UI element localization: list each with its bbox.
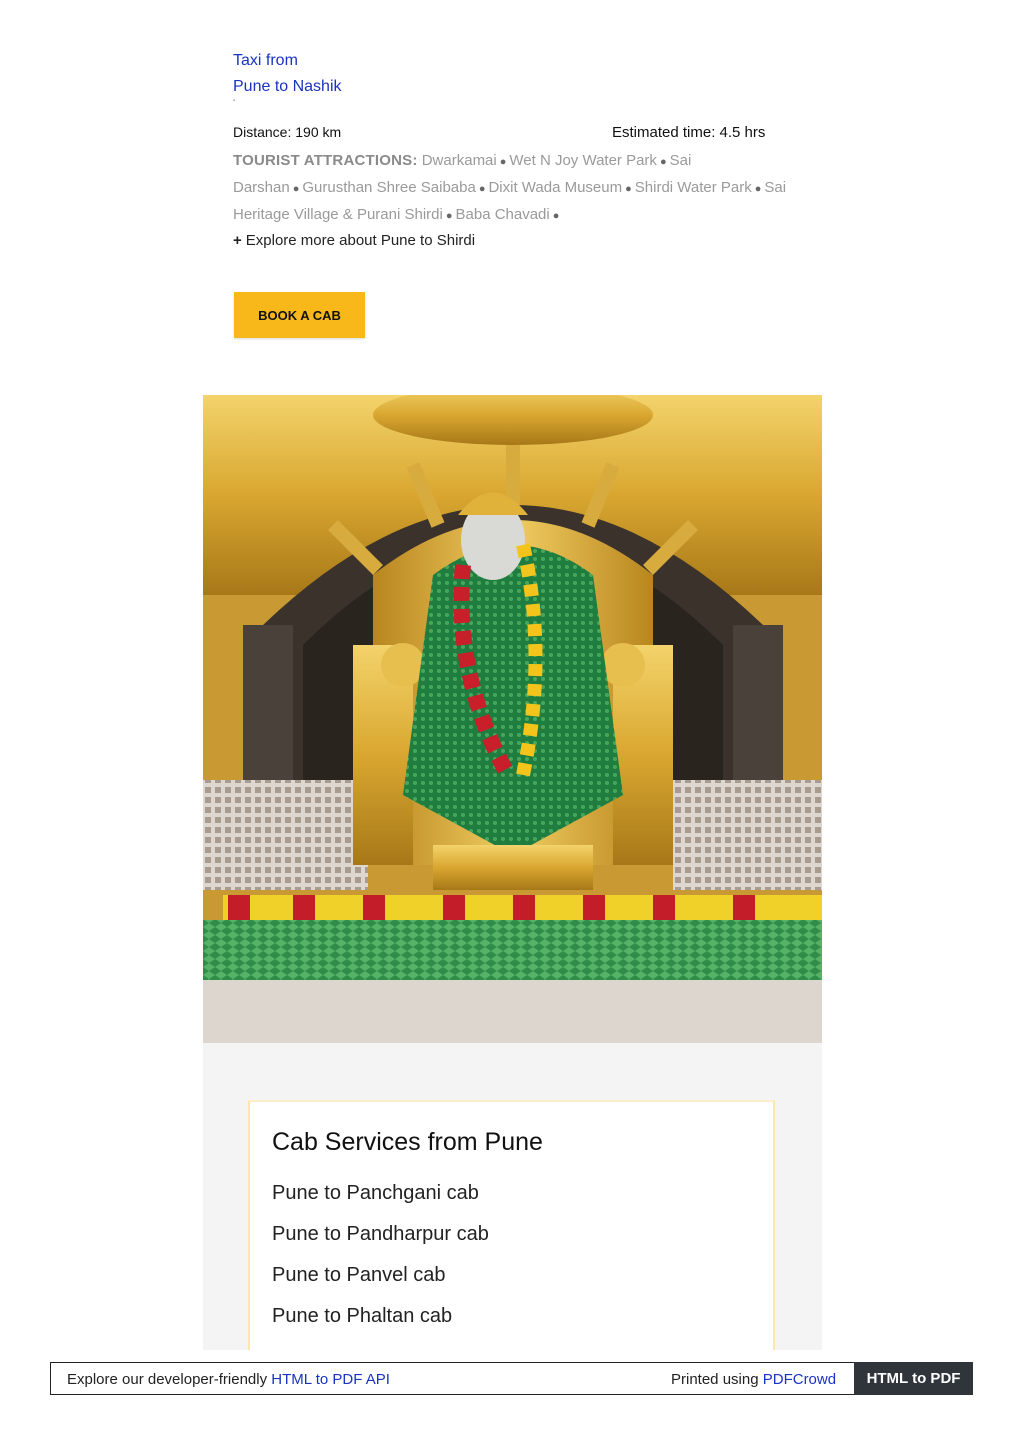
plus-icon: + — [233, 232, 242, 249]
attraction-item: Wet N Joy Water Park — [509, 152, 657, 169]
estimated-time-text: Estimated time: 4.5 hrs — [612, 124, 766, 141]
taxi-from-link[interactable]: Taxi from — [233, 52, 298, 70]
pune-to-panchgani-link[interactable]: Pune to Panchgani cab — [272, 1182, 479, 1205]
explore-more-label: Explore more about Pune to Shirdi — [245, 232, 476, 249]
book-a-cab-button[interactable]: BOOK A CAB — [234, 292, 365, 338]
attraction-item: Dixit Wada Museum — [488, 179, 623, 196]
attraction-item: Shirdi Water Park — [634, 179, 752, 196]
attractions-label: TOURIST ATTRACTIONS: — [233, 152, 418, 169]
pune-to-panvel-link[interactable]: Pune to Panvel cab — [272, 1264, 445, 1287]
tourist-attractions: TOURIST ATTRACTIONS: Dwarkamai ● Wet N Joy… — [233, 148, 793, 229]
footer-left-text: Explore our developer-friendly — [67, 1371, 268, 1388]
bullet-icon: ● — [659, 156, 667, 168]
bullet-icon: ● — [499, 156, 507, 168]
tiny-mark: ▪ — [233, 98, 236, 104]
pdfcrowd-footer: Explore our developer-friendly HTML to P… — [50, 1362, 973, 1395]
html-to-pdf-api-link[interactable]: HTML to PDF API — [271, 1371, 390, 1388]
cab-services-title: Cab Services from Pune — [272, 1128, 543, 1156]
bullet-icon: ● — [478, 183, 486, 195]
shrine-photo — [203, 395, 822, 1043]
pune-to-nashik-link[interactable]: Pune to Nashik — [233, 78, 342, 96]
distance-text: Distance: 190 km — [233, 124, 342, 140]
footer-right-text: Printed using — [671, 1371, 759, 1388]
pune-to-phaltan-link[interactable]: Pune to Phaltan cab — [272, 1305, 452, 1328]
pune-to-pandharpur-link[interactable]: Pune to Pandharpur cab — [272, 1223, 489, 1246]
attraction-item: Gurusthan Shree Saibaba — [302, 179, 476, 196]
pdfcrowd-link[interactable]: PDFCrowd — [763, 1371, 836, 1388]
footer-left: Explore our developer-friendly HTML to P… — [67, 1371, 390, 1388]
bullet-icon: ● — [552, 210, 560, 222]
bullet-icon: ● — [445, 210, 453, 222]
bullet-icon: ● — [625, 183, 632, 195]
attraction-item: Baba Chavadi — [455, 206, 550, 223]
attraction-item: Dwarkamai — [421, 152, 497, 169]
bullet-icon: ● — [292, 183, 300, 195]
footer-right: Printed using PDFCrowd — [671, 1371, 836, 1388]
bullet-icon: ● — [754, 183, 762, 195]
cab-services-card: Cab Services from Pune Pune to Panchgani… — [248, 1100, 775, 1350]
explore-more-link[interactable]: + Explore more about Pune to Shirdi — [233, 232, 475, 249]
html-to-pdf-badge[interactable]: HTML to PDF — [854, 1362, 973, 1395]
